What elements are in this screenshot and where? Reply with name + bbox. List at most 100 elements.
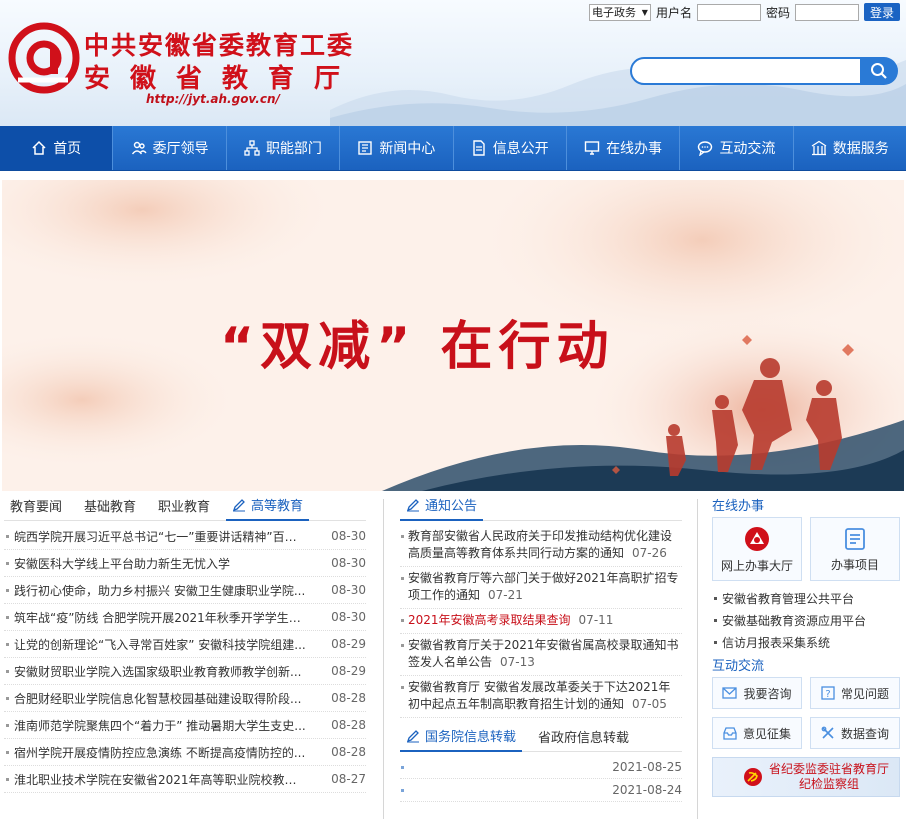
login-button[interactable]: 登录 — [863, 3, 900, 21]
button-label: 我要咨询 — [743, 686, 792, 701]
tab-basic-education[interactable]: 基础教育 — [78, 491, 142, 521]
mail-icon — [722, 687, 738, 699]
nav-label: 信息公开 — [492, 141, 549, 157]
nav-item-home[interactable]: 首页 — [0, 126, 114, 170]
news-date: 08-30 — [331, 529, 366, 543]
tab-education-news[interactable]: 教育要闻 — [4, 491, 68, 521]
monitor-icon — [584, 141, 600, 155]
data-query-button[interactable]: 数据查询 — [810, 717, 900, 749]
party-emblem-icon — [744, 768, 762, 786]
online-services-heading: 在线办事 — [712, 498, 765, 514]
chat-icon — [698, 141, 713, 156]
notice-title[interactable]: 安徽省教育厅等六部门关于做好2021年高职扩招专项工作的通知 — [408, 571, 679, 602]
nav-item-leaders[interactable]: 委厅领导 — [113, 126, 227, 170]
news-title[interactable]: 皖西学院开展习近平总书记“七一”重要讲话精神”百人... — [14, 528, 306, 545]
list-item[interactable]: 安徽省教育厅等六部门关于做好2021年高职扩招专项工作的通知 07-21 — [400, 567, 682, 609]
platform-links: 安徽省教育管理公共平台 安徽基础教育资源应用平台 信访月报表采集系统 — [712, 587, 906, 653]
news-title[interactable]: 筑牢战“疫”防线 合肥学院开展2021年秋季开学学生返... — [14, 609, 306, 626]
nav-item-info-disclosure[interactable]: 信息公开 — [454, 126, 567, 170]
news-title[interactable]: 合肥财经职业学院信息化智慧校园基础建设取得阶段... — [14, 690, 306, 707]
home-icon — [32, 140, 46, 155]
link-edu-management-platform[interactable]: 安徽省教育管理公共平台 — [712, 587, 906, 609]
list-item[interactable]: 安徽省教育厅关于2021年安徽省属高校录取通知书签发人名单公告 07-13 — [400, 634, 682, 676]
list-item[interactable]: 安徽医科大学线上平台助力新生无忧入学 08-30 — [4, 550, 366, 577]
nav-item-data-services[interactable]: 数据服务 — [794, 126, 906, 170]
hall-logo-icon — [745, 526, 769, 551]
site-logo-icon[interactable] — [8, 22, 80, 94]
site-search-input[interactable] — [630, 57, 862, 85]
list-item[interactable]: 2021-08-25 — [400, 756, 682, 779]
notice-tabs: 通知公告 — [400, 491, 682, 521]
search-button[interactable] — [860, 57, 898, 85]
tab-label: 国务院信息转载 — [425, 730, 517, 745]
list-item[interactable]: 宿州学院开展疫情防控应急演练 不断提高疫情防控的... 08-28 — [4, 739, 366, 766]
news-title[interactable]: 淮北职业技术学院在安徽省2021年高等职业院校教学... — [14, 771, 306, 788]
hero-banner[interactable]: “双减” 在行动 — [2, 180, 904, 491]
username-label: 用户名 — [655, 5, 692, 20]
faq-button[interactable]: ? 常见问题 — [810, 677, 900, 709]
nav-item-news-center[interactable]: 新闻中心 — [340, 126, 454, 170]
news-date: 08-29 — [331, 637, 366, 651]
button-label: 常见问题 — [840, 686, 889, 701]
list-item[interactable]: 合肥财经职业学院信息化智慧校园基础建设取得阶段... 08-28 — [4, 685, 366, 712]
list-item[interactable]: 安徽财贸职业学院入选国家级职业教育教师教学创新... 08-29 — [4, 658, 366, 685]
password-input[interactable] — [794, 3, 859, 21]
tab-provincial-gov-info[interactable]: 省政府信息转载 — [532, 722, 635, 752]
discipline-inspection-banner[interactable]: 省纪委监委驻省教育厅 纪检监察组 — [712, 757, 900, 797]
list-item[interactable]: 淮南师范学院聚焦四个“着力于” 推动暑期大学生支史... 08-28 — [4, 712, 366, 739]
system-select[interactable]: 电子政务 ▼ — [588, 3, 651, 21]
list-item[interactable]: 2021年安徽高考录取结果查询 07-11 — [400, 609, 682, 634]
login-bar: 电子政务 ▼ 用户名 密码 登录 — [588, 3, 900, 21]
column-divider — [383, 499, 384, 819]
list-item[interactable]: 筑牢战“疫”防线 合肥学院开展2021年秋季开学学生返... 08-30 — [4, 604, 366, 631]
org-chart-icon — [244, 140, 260, 156]
tab-notices[interactable]: 通知公告 — [400, 491, 484, 521]
news-column: 教育要闻 基础教育 职业教育 高等教育 皖西学院开展习近平总书记“七一”重要讲话… — [4, 491, 366, 793]
news-tabs: 教育要闻 基础教育 职业教育 高等教育 — [4, 491, 366, 521]
list-item[interactable]: 教育部安徽省人民政府关于印发推动结构优化建设高质量高等教育体系共同行动方案的通知… — [400, 525, 682, 567]
system-select-value: 电子政务 — [591, 6, 636, 19]
document-icon — [472, 140, 485, 156]
list-item[interactable]: 践行初心使命，助力乡村振兴 安徽卫生健康职业学院... 08-30 — [4, 577, 366, 604]
news-title[interactable]: 安徽财贸职业学院入选国家级职业教育教师教学创新... — [14, 663, 306, 680]
news-title[interactable]: 宿州学院开展疫情防控应急演练 不断提高疫情防控的... — [14, 744, 306, 761]
service-items-button[interactable]: 办事项目 — [810, 517, 900, 581]
password-label: 密码 — [765, 5, 790, 20]
nav-item-departments[interactable]: 职能部门 — [227, 126, 341, 170]
site-url[interactable]: http://jyt.ah.gov.cn/ — [146, 92, 280, 106]
list-item[interactable]: 2021-08-24 — [400, 779, 682, 802]
nav-item-interaction[interactable]: 互动交流 — [680, 126, 794, 170]
news-date: 08-28 — [331, 718, 366, 732]
link-basic-edu-resource-platform[interactable]: 安徽基础教育资源应用平台 — [712, 609, 906, 631]
question-icon: ? — [821, 686, 835, 700]
nav-label: 在线办事 — [606, 141, 663, 157]
list-item[interactable]: 让党的创新理论“飞入寻常百姓家” 安徽科技学院组建... 08-29 — [4, 631, 366, 658]
news-list: 皖西学院开展习近平总书记“七一”重要讲话精神”百人... 08-30 安徽医科大学… — [4, 523, 366, 793]
list-item[interactable]: 皖西学院开展习近平总书记“七一”重要讲话精神”百人... 08-30 — [4, 523, 366, 550]
list-item[interactable]: 淮北职业技术学院在安徽省2021年高等职业院校教学... 08-27 — [4, 766, 366, 793]
news-title[interactable]: 安徽医科大学线上平台助力新生无忧入学 — [14, 555, 306, 572]
consult-button[interactable]: 我要咨询 — [712, 677, 802, 709]
list-item[interactable]: 安徽省教育厅 安徽省发展改革委关于下达2021年初中起点五年制高职教育招生计划的… — [400, 676, 682, 718]
interaction-heading: 互动交流 — [712, 658, 765, 674]
notice-title[interactable]: 安徽省教育厅 安徽省发展改革委关于下达2021年初中起点五年制高职教育招生计划的… — [408, 680, 670, 711]
tab-higher-education[interactable]: 高等教育 — [226, 491, 310, 521]
services-column: 在线办事 网上办事大厅 办事项目 安徽省教育管理公共平台 安徽基础教育资源应用平… — [712, 491, 906, 797]
notice-title[interactable]: 安徽省教育厅关于2021年安徽省属高校录取通知书签发人名单公告 — [408, 638, 679, 669]
tab-vocational-education[interactable]: 职业教育 — [152, 491, 216, 521]
site-title-line1: 中共安徽省委教育工委 — [84, 31, 355, 60]
news-title[interactable]: 践行初心使命，助力乡村振兴 安徽卫生健康职业学院... — [14, 582, 306, 599]
username-input[interactable] — [696, 3, 761, 21]
news-title[interactable]: 淮南师范学院聚焦四个“着力于” 推动暑期大学生支史... — [14, 717, 306, 734]
tab-state-council-info[interactable]: 国务院信息转载 — [400, 722, 523, 752]
notice-date: 07-05 — [632, 697, 667, 711]
nav-label: 首页 — [53, 141, 82, 157]
online-hall-button[interactable]: 网上办事大厅 — [712, 517, 802, 581]
nav-label: 职能部门 — [265, 141, 322, 157]
news-title[interactable]: 让党的创新理论“飞入寻常百姓家” 安徽科技学院组建... — [14, 636, 306, 653]
opinion-collection-button[interactable]: 意见征集 — [712, 717, 802, 749]
nav-item-online-services[interactable]: 在线办事 — [567, 126, 681, 170]
pencil-icon — [406, 498, 419, 511]
notice-title[interactable]: 2021年安徽高考录取结果查询 — [408, 613, 571, 627]
link-petition-report-system[interactable]: 信访月报表采集系统 — [712, 631, 906, 653]
